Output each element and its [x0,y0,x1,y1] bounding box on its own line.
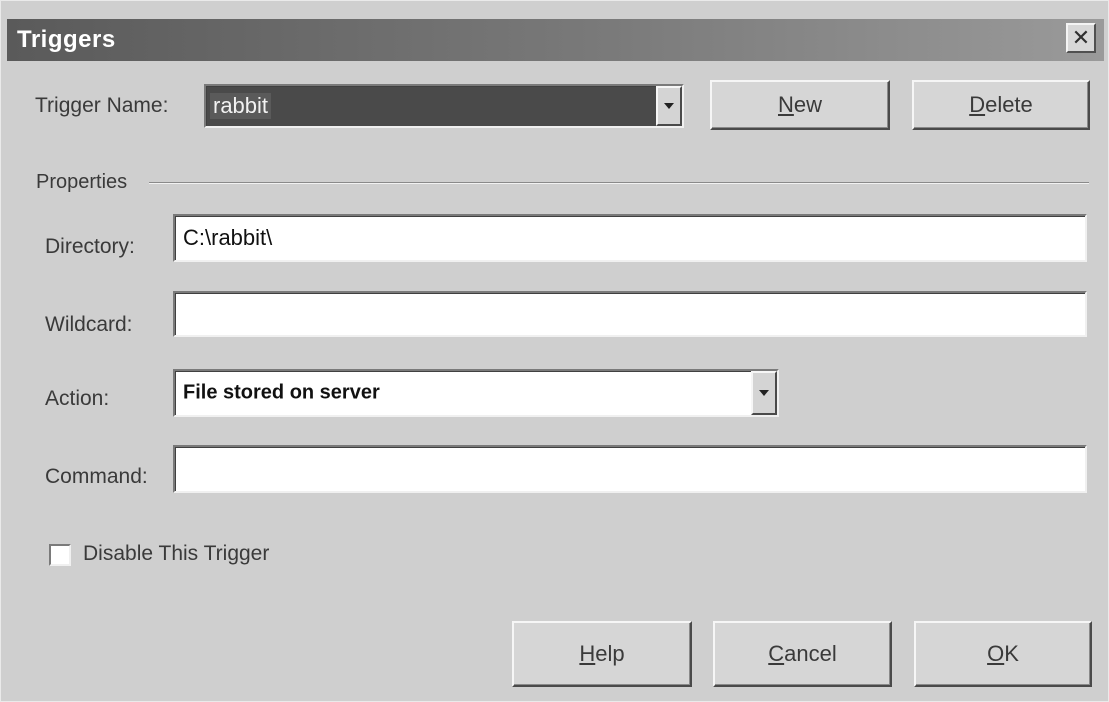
directory-value: C:\rabbit\ [183,225,273,250]
new-button[interactable]: New [710,80,890,130]
cancel-button[interactable]: Cancel [713,621,892,687]
command-input[interactable] [173,445,1087,493]
trigger-name-value: rabbit [210,93,272,119]
ok-button[interactable]: OK [914,621,1092,687]
delete-button[interactable]: Delete [912,80,1090,130]
close-icon: ✕ [1071,25,1091,50]
properties-divider [149,182,1089,184]
action-select[interactable]: File stored on server [173,369,779,417]
action-label: Action: [45,387,110,410]
disable-trigger-checkbox[interactable] [49,544,71,566]
window-title: Triggers [17,26,116,53]
wildcard-input[interactable] [173,291,1087,337]
wildcard-label: Wildcard: [45,313,133,336]
delete-button-label: Delete [969,92,1033,117]
triggers-dialog: Triggers ✕ Trigger Name: rabbit New Dele… [0,0,1109,702]
action-dropdown-button[interactable] [751,371,777,415]
trigger-name-label: Trigger Name: [35,94,169,117]
new-button-label: New [777,92,822,117]
directory-label: Directory: [45,235,135,258]
properties-group-label: Properties [36,171,128,193]
ok-button-label: OK [987,641,1019,666]
disable-trigger-label[interactable]: Disable This Trigger [83,542,269,566]
command-label: Command: [45,465,148,488]
help-button-label: Help [579,641,625,666]
title-bar[interactable]: Triggers ✕ [7,19,1104,61]
chevron-down-icon [759,390,769,396]
trigger-name-combobox[interactable]: rabbit [204,84,684,128]
close-button[interactable]: ✕ [1066,23,1096,53]
action-value: File stored on server [183,381,380,404]
trigger-name-dropdown-button[interactable] [656,86,682,126]
chevron-down-icon [664,103,674,109]
help-button[interactable]: Help [512,621,692,687]
directory-input[interactable]: C:\rabbit\ [173,214,1087,262]
cancel-button-label: Cancel [768,641,837,666]
